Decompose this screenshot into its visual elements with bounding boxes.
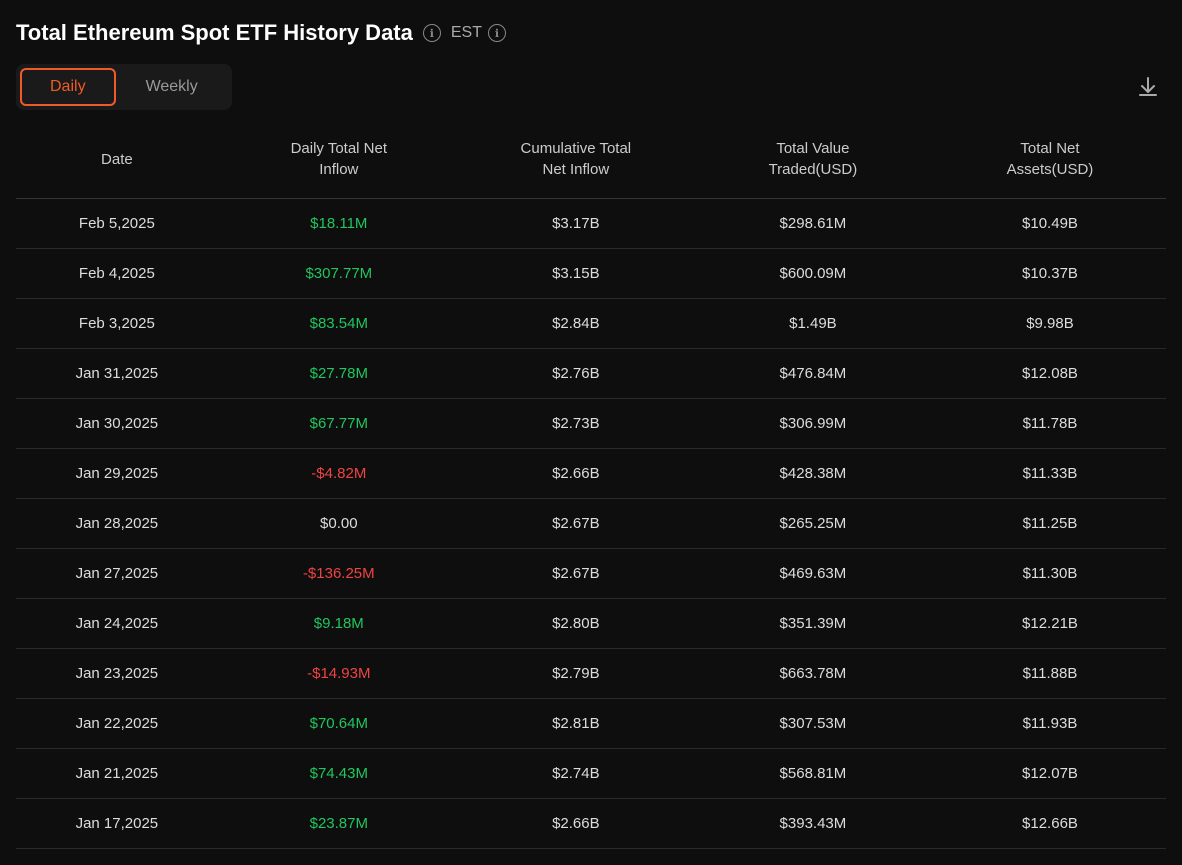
- cell-cumulative-inflow: $2.67B: [460, 549, 692, 599]
- cell-cumulative-inflow: $2.79B: [460, 649, 692, 699]
- cell-cumulative-inflow: $2.74B: [460, 749, 692, 799]
- table-row: Jan 27,2025 -$136.25M $2.67B $469.63M $1…: [16, 549, 1166, 599]
- cell-daily-inflow: $27.78M: [218, 349, 460, 399]
- cell-total-net-assets: $11.78B: [934, 399, 1166, 449]
- cell-daily-inflow: $18.11M: [218, 199, 460, 249]
- table-row: Jan 30,2025 $67.77M $2.73B $306.99M $11.…: [16, 399, 1166, 449]
- cell-date: Feb 5,2025: [16, 199, 218, 249]
- cell-date: Jan 23,2025: [16, 649, 218, 699]
- cell-daily-inflow: $83.54M: [218, 299, 460, 349]
- tabs-row: Daily Weekly: [16, 64, 1166, 110]
- cell-total-value-traded: $351.39M: [692, 599, 934, 649]
- main-container: Total Ethereum Spot ETF History Data ℹ E…: [0, 0, 1182, 849]
- title-info-icon[interactable]: ℹ: [423, 24, 441, 42]
- cell-cumulative-inflow: $2.76B: [460, 349, 692, 399]
- cell-total-net-assets: $11.25B: [934, 499, 1166, 549]
- cell-total-value-traded: $265.25M: [692, 499, 934, 549]
- cell-daily-inflow: $23.87M: [218, 799, 460, 849]
- table-row: Jan 24,2025 $9.18M $2.80B $351.39M $12.2…: [16, 599, 1166, 649]
- table-row: Jan 29,2025 -$4.82M $2.66B $428.38M $11.…: [16, 449, 1166, 499]
- cell-date: Feb 3,2025: [16, 299, 218, 349]
- table-row: Feb 3,2025 $83.54M $2.84B $1.49B $9.98B: [16, 299, 1166, 349]
- cell-total-value-traded: $476.84M: [692, 349, 934, 399]
- cell-cumulative-inflow: $2.80B: [460, 599, 692, 649]
- timezone-badge: EST ℹ: [451, 24, 506, 42]
- tab-weekly[interactable]: Weekly: [116, 68, 228, 106]
- table-row: Jan 21,2025 $74.43M $2.74B $568.81M $12.…: [16, 749, 1166, 799]
- table-row: Jan 17,2025 $23.87M $2.66B $393.43M $12.…: [16, 799, 1166, 849]
- tab-daily[interactable]: Daily: [20, 68, 116, 106]
- cell-total-net-assets: $12.66B: [934, 799, 1166, 849]
- cell-total-net-assets: $10.37B: [934, 249, 1166, 299]
- cell-total-value-traded: $393.43M: [692, 799, 934, 849]
- cell-total-net-assets: $11.33B: [934, 449, 1166, 499]
- cell-total-value-traded: $600.09M: [692, 249, 934, 299]
- cell-total-value-traded: $428.38M: [692, 449, 934, 499]
- cell-total-value-traded: $469.63M: [692, 549, 934, 599]
- cell-total-net-assets: $12.21B: [934, 599, 1166, 649]
- cell-total-value-traded: $298.61M: [692, 199, 934, 249]
- table-wrapper: Date Daily Total NetInflow Cumulative To…: [16, 120, 1166, 849]
- cell-daily-inflow: $74.43M: [218, 749, 460, 799]
- cell-daily-inflow: $67.77M: [218, 399, 460, 449]
- download-button[interactable]: [1130, 69, 1166, 105]
- cell-total-net-assets: $10.49B: [934, 199, 1166, 249]
- cell-date: Jan 28,2025: [16, 499, 218, 549]
- tab-group: Daily Weekly: [16, 64, 232, 110]
- cell-date: Jan 29,2025: [16, 449, 218, 499]
- cell-daily-inflow: $9.18M: [218, 599, 460, 649]
- table-header-row: Date Daily Total NetInflow Cumulative To…: [16, 120, 1166, 199]
- cell-daily-inflow: -$4.82M: [218, 449, 460, 499]
- cell-date: Jan 21,2025: [16, 749, 218, 799]
- cell-daily-inflow: $307.77M: [218, 249, 460, 299]
- cell-date: Jan 17,2025: [16, 799, 218, 849]
- page-title: Total Ethereum Spot ETF History Data: [16, 20, 413, 46]
- cell-total-net-assets: $11.88B: [934, 649, 1166, 699]
- cell-cumulative-inflow: $2.66B: [460, 799, 692, 849]
- table-row: Feb 5,2025 $18.11M $3.17B $298.61M $10.4…: [16, 199, 1166, 249]
- data-table: Date Daily Total NetInflow Cumulative To…: [16, 120, 1166, 849]
- cell-date: Jan 22,2025: [16, 699, 218, 749]
- table-row: Jan 22,2025 $70.64M $2.81B $307.53M $11.…: [16, 699, 1166, 749]
- cell-date: Jan 30,2025: [16, 399, 218, 449]
- col-header-total-net-assets: Total NetAssets(USD): [934, 120, 1166, 199]
- cell-total-net-assets: $11.93B: [934, 699, 1166, 749]
- cell-total-net-assets: $9.98B: [934, 299, 1166, 349]
- cell-cumulative-inflow: $2.84B: [460, 299, 692, 349]
- cell-daily-inflow: $70.64M: [218, 699, 460, 749]
- table-row: Jan 28,2025 $0.00 $2.67B $265.25M $11.25…: [16, 499, 1166, 549]
- cell-date: Jan 31,2025: [16, 349, 218, 399]
- est-info-icon[interactable]: ℹ: [488, 24, 506, 42]
- cell-cumulative-inflow: $2.66B: [460, 449, 692, 499]
- cell-daily-inflow: $0.00: [218, 499, 460, 549]
- table-row: Feb 4,2025 $307.77M $3.15B $600.09M $10.…: [16, 249, 1166, 299]
- cell-cumulative-inflow: $2.81B: [460, 699, 692, 749]
- cell-date: Jan 24,2025: [16, 599, 218, 649]
- cell-cumulative-inflow: $2.67B: [460, 499, 692, 549]
- cell-daily-inflow: -$14.93M: [218, 649, 460, 699]
- cell-date: Jan 27,2025: [16, 549, 218, 599]
- table-row: Jan 31,2025 $27.78M $2.76B $476.84M $12.…: [16, 349, 1166, 399]
- col-header-total-value-traded: Total ValueTraded(USD): [692, 120, 934, 199]
- cell-total-value-traded: $307.53M: [692, 699, 934, 749]
- cell-date: Feb 4,2025: [16, 249, 218, 299]
- cell-total-value-traded: $1.49B: [692, 299, 934, 349]
- cell-cumulative-inflow: $3.17B: [460, 199, 692, 249]
- cell-total-value-traded: $306.99M: [692, 399, 934, 449]
- cell-total-net-assets: $12.08B: [934, 349, 1166, 399]
- table-body: Feb 5,2025 $18.11M $3.17B $298.61M $10.4…: [16, 199, 1166, 849]
- cell-total-net-assets: $12.07B: [934, 749, 1166, 799]
- col-header-cumulative-inflow: Cumulative TotalNet Inflow: [460, 120, 692, 199]
- title-row: Total Ethereum Spot ETF History Data ℹ E…: [16, 20, 1166, 46]
- cell-total-net-assets: $11.30B: [934, 549, 1166, 599]
- cell-cumulative-inflow: $2.73B: [460, 399, 692, 449]
- cell-daily-inflow: -$136.25M: [218, 549, 460, 599]
- cell-total-value-traded: $663.78M: [692, 649, 934, 699]
- col-header-daily-inflow: Daily Total NetInflow: [218, 120, 460, 199]
- col-header-date: Date: [16, 120, 218, 199]
- cell-cumulative-inflow: $3.15B: [460, 249, 692, 299]
- table-row: Jan 23,2025 -$14.93M $2.79B $663.78M $11…: [16, 649, 1166, 699]
- cell-total-value-traded: $568.81M: [692, 749, 934, 799]
